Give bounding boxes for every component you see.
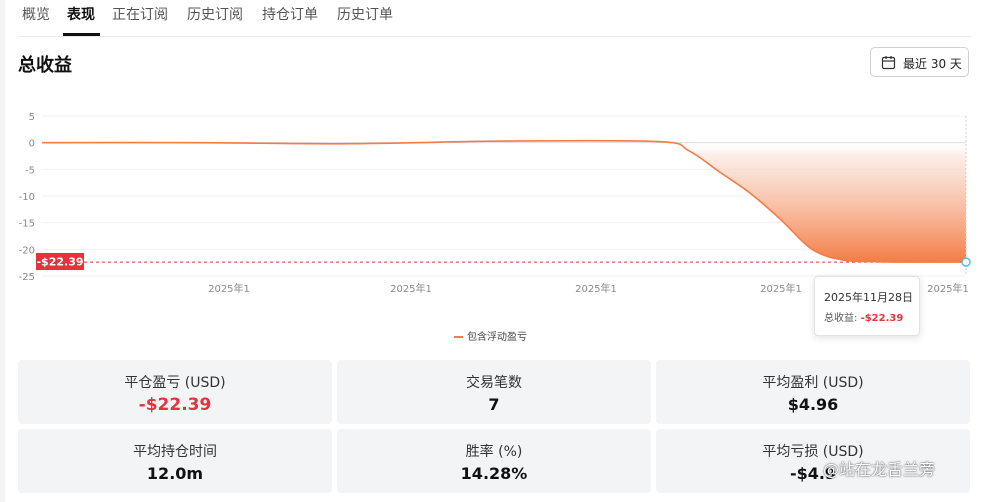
y-tick-label: -25 — [19, 272, 35, 283]
legend-swatch — [454, 336, 463, 338]
stat-card-average-hold-time: 平均持仓时间 12.0m — [18, 429, 332, 493]
reference-value-badge: -$22.39 — [36, 253, 84, 270]
tab-open-positions[interactable]: 持仓订单 — [262, 4, 318, 24]
reference-value-label: -$22.39 — [36, 256, 83, 269]
hover-point[interactable] — [961, 257, 971, 267]
stat-label: 交易笔数 — [466, 375, 522, 391]
x-tick-label: 2025年1 — [390, 282, 432, 295]
y-tick-label: 5 — [29, 112, 35, 123]
stat-value: -$22.39 — [138, 395, 212, 415]
y-tick-label: -10 — [19, 192, 35, 203]
stat-value: 14.28% — [460, 464, 528, 483]
y-tick-label: -20 — [19, 245, 35, 256]
legend-label: 包含浮动盈亏 — [467, 332, 527, 343]
stat-card-closed-pnl: 平仓盈亏 (USD) -$22.39 — [18, 360, 332, 424]
stat-card-average-profit: 平均盈利 (USD) $4.96 — [656, 360, 970, 424]
date-range-button[interactable]: 最近 30 天 — [870, 47, 969, 77]
x-tick-label: 2025年1 — [575, 282, 617, 295]
stat-value: 7 — [488, 395, 500, 414]
stat-card-trade-count: 交易笔数 7 — [337, 360, 651, 424]
tooltip-value: -$22.39 — [860, 313, 904, 324]
tooltip-row: 总收益: -$22.39 — [824, 309, 903, 324]
x-tick-label: 2025年1 — [760, 282, 802, 295]
stat-label: 平均持仓时间 — [133, 444, 217, 460]
stat-label: 胜率 (%) — [465, 444, 523, 460]
tab-subscription-history[interactable]: 历史订阅 — [187, 4, 243, 24]
stat-label: 平均盈利 (USD) — [762, 375, 864, 391]
chart-tooltip: 2025年11月28日 总收益: -$22.39 — [814, 276, 920, 336]
stat-value: 12.0m — [146, 464, 204, 483]
tooltip-date: 2025年11月28日 — [824, 291, 913, 304]
tooltip-label: 总收益: — [824, 313, 858, 324]
stat-label: 平仓盈亏 (USD) — [124, 375, 226, 391]
active-tab-indicator — [63, 33, 100, 36]
date-range-label: 最近 30 天 — [903, 57, 962, 71]
tab-overview[interactable]: 概览 — [22, 4, 50, 24]
stat-value: $4.96 — [787, 395, 839, 414]
x-tick-label: 2025年1 — [208, 282, 250, 295]
section-title: 总收益 — [18, 55, 72, 76]
y-tick-label: 0 — [29, 139, 35, 150]
tab-performance[interactable]: 表现 — [67, 4, 95, 24]
chart-legend-item[interactable]: 包含浮动盈亏 — [454, 328, 527, 343]
y-axis: 5 0 -5 -10 -15 -20 -25 — [19, 112, 35, 283]
tab-order-history[interactable]: 历史订单 — [337, 4, 393, 24]
x-tick-label: 2025年1 — [927, 282, 969, 295]
y-tick-label: -5 — [25, 165, 35, 176]
series-area — [42, 140, 966, 263]
watermark: @站在龙舌兰旁 — [823, 460, 936, 479]
stat-card-win-rate: 胜率 (%) 14.28% — [337, 429, 651, 493]
tab-active-subscriptions[interactable]: 正在订阅 — [112, 4, 168, 24]
tab-bar: 概览 表现 正在订阅 历史订阅 持仓订单 历史订单 — [18, 0, 971, 37]
y-tick-label: -15 — [19, 219, 35, 230]
calendar-icon — [881, 56, 896, 70]
